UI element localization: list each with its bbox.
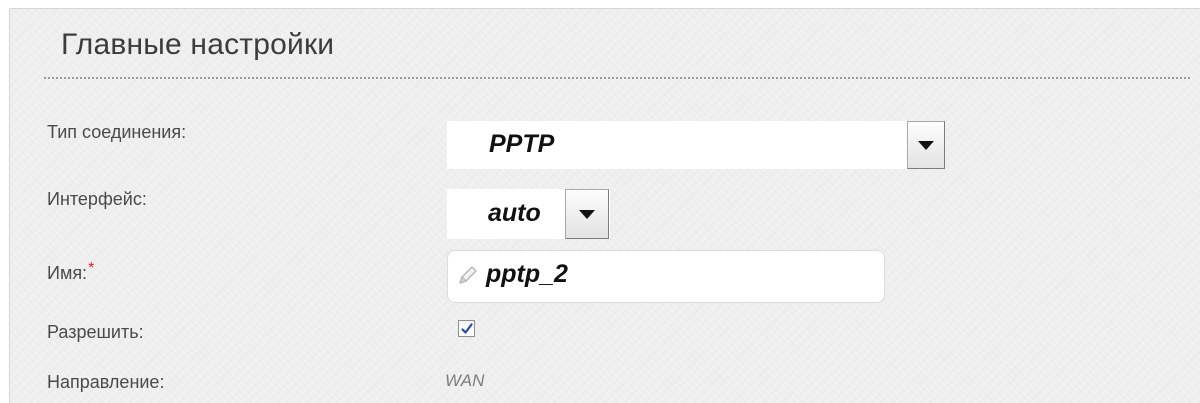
name-label: Имя:* xyxy=(47,260,95,284)
connection-type-dropdown-button[interactable] xyxy=(907,121,945,169)
required-marker: * xyxy=(88,260,95,277)
connection-type-value: PPTP xyxy=(489,130,555,158)
enable-checkbox[interactable] xyxy=(458,320,475,337)
direction-value: WAN xyxy=(445,371,485,390)
interface-dropdown-button[interactable] xyxy=(565,189,609,239)
section-divider xyxy=(44,77,1190,79)
connection-type-select[interactable]: PPTP xyxy=(447,121,945,169)
checkmark-icon xyxy=(461,323,473,334)
interface-label: Интерфейс: xyxy=(47,189,147,209)
direction-label: Направление: xyxy=(47,372,165,392)
enable-label: Разрешить: xyxy=(47,322,144,342)
interface-value: auto xyxy=(488,199,541,227)
chevron-down-icon xyxy=(579,210,595,219)
section-title: Главные настройки xyxy=(61,28,335,61)
name-input[interactable]: pptp_2 xyxy=(447,250,885,303)
name-input-value: pptp_2 xyxy=(486,260,568,288)
name-label-text: Имя: xyxy=(47,263,88,283)
interface-select[interactable]: auto xyxy=(447,189,610,239)
pencil-icon xyxy=(456,263,480,292)
connection-type-label: Тип соединения: xyxy=(47,122,187,142)
chevron-down-icon xyxy=(918,141,934,150)
